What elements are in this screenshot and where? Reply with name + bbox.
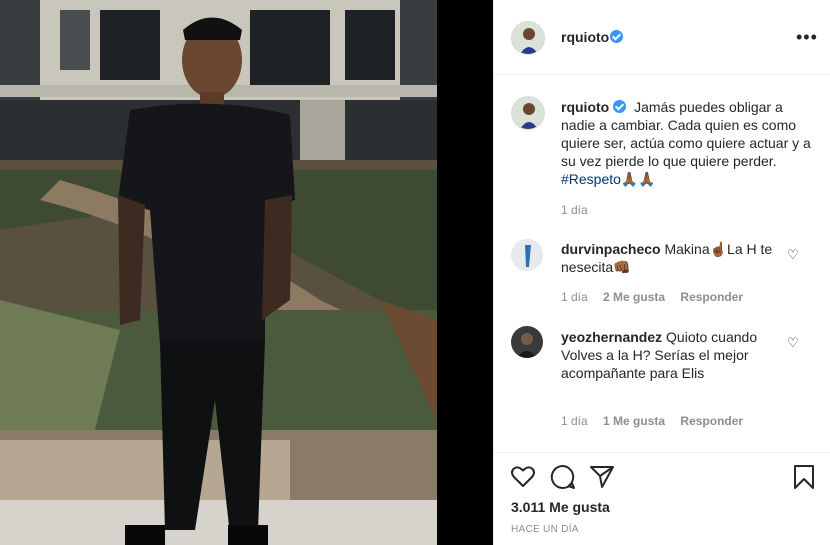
bookmark-icon[interactable]	[791, 464, 817, 490]
post-caption: rquioto Jamás puedes obligar a nadie a c…	[561, 98, 811, 188]
comment-likes[interactable]: 1 Me gusta	[603, 414, 665, 428]
photo-image	[0, 0, 437, 545]
comment-2-meta: 1 día 1 Me gusta Responder	[561, 414, 755, 428]
comment-1-meta: 1 día 2 Me gusta Responder	[561, 290, 755, 304]
commenter-avatar[interactable]	[511, 326, 543, 358]
comment-2: yeozhernandez Quioto cuando Volves a la …	[561, 328, 791, 382]
comment-likes[interactable]: 2 Me gusta	[603, 290, 665, 304]
comment-username[interactable]: durvinpacheco	[561, 241, 661, 257]
comment-1: durvinpacheco Makina☝🏾La H te nesecita👊🏾	[561, 240, 791, 276]
comment-time: 1 día	[561, 290, 588, 304]
share-icon[interactable]	[589, 464, 615, 490]
post-header: rquioto •••	[494, 0, 830, 75]
author-username[interactable]: rquioto	[561, 29, 609, 45]
verified-badge-icon	[613, 100, 627, 113]
post-actions: 3.011 Me gusta HACE UN DÍA	[494, 452, 830, 545]
more-options-icon[interactable]: •••	[796, 28, 818, 46]
comment-username[interactable]: yeozhernandez	[561, 329, 662, 345]
caption-avatar[interactable]	[511, 96, 545, 130]
commenter-avatar[interactable]	[511, 239, 543, 271]
verified-badge-icon	[610, 30, 623, 43]
post-timestamp: HACE UN DÍA	[511, 524, 579, 535]
author-avatar[interactable]	[511, 21, 545, 55]
comment-like-heart-icon[interactable]: ♡	[787, 247, 799, 263]
comment-time: 1 día	[561, 414, 588, 428]
comment-like-heart-icon[interactable]: ♡	[787, 335, 799, 351]
post-side-panel: rquioto ••• rquioto Jamás puedes obligar…	[493, 0, 830, 545]
like-count[interactable]: 3.011 Me gusta	[511, 499, 610, 515]
caption-time: 1 día	[561, 203, 588, 217]
reply-button[interactable]: Responder	[680, 290, 743, 304]
photo-backdrop	[437, 0, 493, 545]
reply-button[interactable]: Responder	[680, 414, 743, 428]
caption-username[interactable]: rquioto	[561, 99, 609, 115]
comment-icon[interactable]	[550, 464, 576, 490]
heart-icon[interactable]	[510, 464, 536, 490]
post-photo[interactable]	[0, 0, 437, 545]
caption-hashtag[interactable]: #Respeto🙏🏾🙏🏾	[561, 171, 656, 187]
